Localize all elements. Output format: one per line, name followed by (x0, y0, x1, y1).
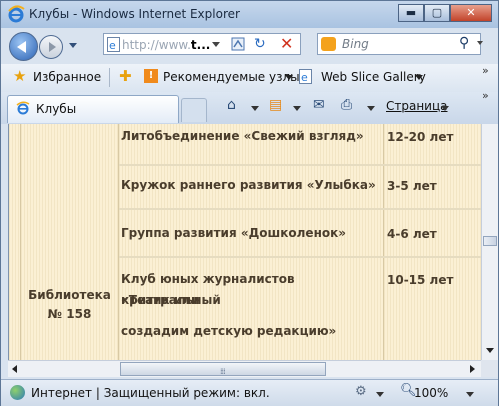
status-bar: Интернет | Защищенный режим: вкл. ⚙ 🔍︎ 1… (1, 379, 498, 406)
table-row: Литобъединение «Свежий взгляд» 12-20 лет (119, 124, 482, 164)
club-age: 4-6 лет (387, 227, 437, 241)
tab-clubs[interactable]: Клубы (7, 95, 179, 123)
scroll-left-button[interactable] (12, 365, 17, 373)
vertical-scroll-thumb[interactable] (483, 236, 497, 246)
home-dropdown[interactable] (251, 106, 259, 111)
search-options-dropdown[interactable] (477, 41, 483, 45)
feeds-icon[interactable]: ▤ (269, 97, 282, 113)
maximize-button[interactable]: ▢ (424, 4, 450, 22)
close-button[interactable]: ✕ (450, 4, 492, 22)
recommended-sites-link[interactable]: Рекомендуемые узлы (163, 70, 300, 84)
add-favorite-icon[interactable]: ✚ (119, 67, 132, 85)
minimize-button[interactable]: ▬ (398, 4, 424, 22)
web-slice-dropdown[interactable] (415, 75, 423, 80)
url-field[interactable]: e http://www.t... ↻ ✕ (103, 33, 301, 55)
tab-bar: Клубы ⌂ ▤ ✉ ⎙ Страница » (1, 89, 498, 124)
title-bar: Клубы - Windows Internet Explorer ▬ ▢ ✕ (1, 1, 498, 28)
security-zone-status[interactable]: Интернет | Защищенный режим: вкл. (31, 386, 270, 400)
refresh-icon[interactable]: ↻ (254, 36, 266, 52)
zoom-dropdown[interactable] (466, 392, 474, 397)
tab-label: Клубы (36, 102, 77, 116)
library-name: Библиотека № 158 (28, 288, 111, 321)
read-mail-icon[interactable]: ✉ (313, 97, 325, 113)
club-age: 3-5 лет (387, 179, 437, 193)
browser-window: Клубы - Windows Internet Explorer ▬ ▢ ✕ … (0, 0, 499, 406)
window-title: Клубы - Windows Internet Explorer (29, 7, 240, 21)
bing-logo-icon (321, 37, 336, 51)
search-placeholder: Bing (342, 37, 369, 51)
favorites-star-icon: ★ (13, 67, 27, 85)
recommended-sites-dropdown[interactable] (285, 75, 293, 80)
web-slice-icon: e (299, 69, 312, 84)
library-cell (21, 124, 119, 360)
recent-pages-dropdown[interactable] (69, 43, 77, 48)
svg-text:e: e (109, 39, 116, 52)
favorites-bar: ★ Избранное ✚ ! Рекомендуемые узлы e Web… (1, 64, 498, 92)
table-row: Группа развития «Дошколенок» 4-6 лет (119, 210, 482, 256)
back-button[interactable] (9, 32, 38, 61)
scroll-right-button[interactable] (470, 365, 475, 373)
club-name-line3: создадим детскую редакцию» (121, 324, 337, 338)
favorites-overflow-chevron-icon[interactable]: » (482, 64, 489, 77)
horizontal-scrollbar[interactable]: ⁞⁞⁞ (8, 360, 481, 377)
page-icon: e (107, 37, 120, 52)
club-age: 12-20 лет (387, 130, 454, 144)
club-name: Кружок раннего развития «Улыбка» (121, 178, 376, 192)
forward-button[interactable] (39, 35, 63, 59)
table-row: Кружок раннего развития «Улыбка» 3-5 лет (119, 166, 482, 208)
scroll-down-button[interactable] (486, 348, 494, 353)
divider (109, 68, 110, 87)
club-name-line2: критик или (121, 293, 200, 307)
club-age: 10-15 лет (387, 273, 454, 287)
print-dropdown[interactable] (367, 106, 375, 111)
table-edge-column (9, 124, 21, 360)
status-options-dropdown[interactable] (376, 392, 384, 397)
url-dropdown[interactable] (212, 42, 220, 47)
favorites-button[interactable]: Избранное (33, 70, 101, 84)
compatibility-view-icon[interactable] (231, 37, 245, 51)
ie-page-icon (16, 101, 30, 115)
table-row: Клуб юных журналистов «Театральный крити… (119, 258, 482, 360)
grip-icon: ⁞⁞⁞ (220, 367, 226, 376)
page-menu-dropdown[interactable] (441, 106, 449, 111)
svg-text:e: e (301, 71, 308, 84)
club-name: Литобъединение «Свежий взгляд» (121, 129, 364, 143)
print-icon[interactable]: ⎙ (341, 97, 352, 113)
ie-logo-icon (8, 5, 25, 23)
address-bar: e http://www.t... ↻ ✕ Bing ⚲ (1, 29, 498, 63)
new-tab-button[interactable] (181, 98, 207, 122)
page-content: Библиотека № 158 Литобъединение «Свежий … (8, 124, 482, 360)
url-text: http://www.t... (122, 38, 211, 52)
vertical-scrollbar[interactable] (481, 124, 498, 360)
commandbar-overflow-chevron-icon[interactable]: » (482, 89, 489, 102)
recommended-sites-icon: ! (144, 69, 158, 83)
feeds-dropdown[interactable] (293, 106, 301, 111)
internet-zone-globe-icon (10, 385, 25, 400)
stop-icon[interactable]: ✕ (280, 34, 293, 53)
popup-blocker-icon[interactable]: ⚙ (355, 384, 367, 399)
club-name: Группа развития «Дошколенок» (121, 226, 346, 240)
horizontal-scroll-thumb[interactable]: ⁞⁞⁞ (120, 362, 326, 376)
zoom-level[interactable]: 100% (414, 386, 448, 400)
home-icon[interactable]: ⌂ (227, 97, 236, 113)
search-icon[interactable]: ⚲ (459, 35, 469, 51)
search-field[interactable]: Bing (317, 33, 481, 55)
page-menu-button[interactable]: Страница (386, 99, 448, 113)
web-slice-gallery-link[interactable]: Web Slice Gallery (321, 70, 426, 84)
scrollbar-corner (481, 360, 498, 377)
